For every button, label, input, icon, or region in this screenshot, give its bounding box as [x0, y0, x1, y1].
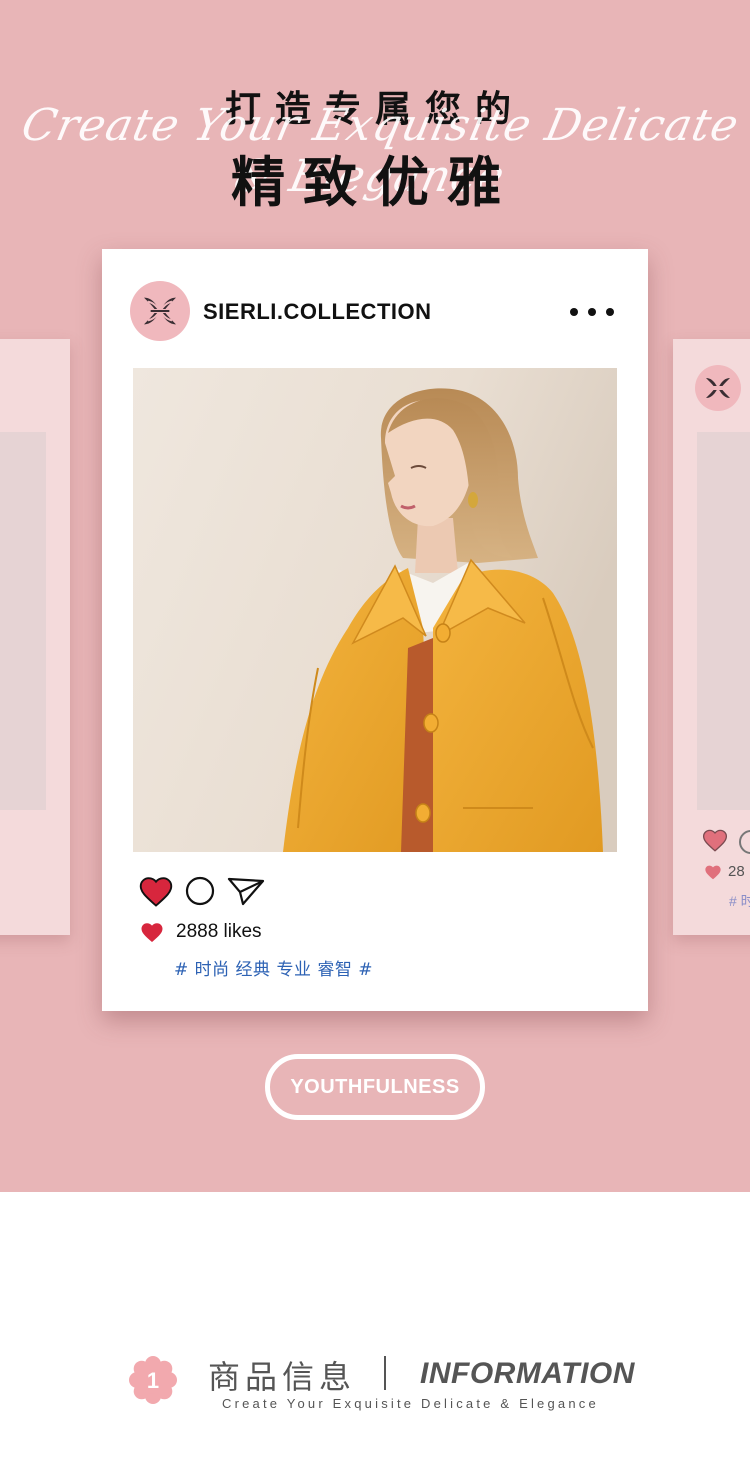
- post-hashtags[interactable]: # 时尚 经典 专业 睿智 #: [174, 955, 373, 980]
- comment-circle-icon[interactable]: [739, 830, 750, 854]
- side-photo-placeholder: [0, 432, 46, 810]
- dot: [588, 308, 596, 316]
- youthfulness-button[interactable]: YOUTHFULNESS: [265, 1054, 485, 1120]
- brand-avatar[interactable]: [130, 281, 190, 341]
- social-post-card: SIERLI.COLLECTION 2888 likes # 时尚 经典 专业 …: [102, 249, 648, 1011]
- side-post-card-left[interactable]: [0, 339, 70, 935]
- hero-title-main: 精致优雅: [231, 151, 519, 214]
- heart-icon[interactable]: [702, 828, 728, 854]
- section-number: 1: [147, 1368, 159, 1393]
- hero-section: 打造专属您的 Create Your Exquisite Delicate & …: [0, 0, 750, 1192]
- heart-icon[interactable]: [138, 875, 174, 907]
- account-name[interactable]: SIERLI.COLLECTION: [203, 299, 432, 325]
- side-like-row: 28: [704, 863, 745, 880]
- side-hashtag[interactable]: # 时: [729, 891, 750, 911]
- side-brand-avatar: [695, 365, 741, 411]
- send-icon[interactable]: [226, 875, 266, 907]
- heart-icon: [705, 865, 721, 879]
- side-post-card-right[interactable]: 28 # 时: [673, 339, 750, 935]
- side-photo-placeholder: [697, 432, 750, 810]
- info-title-cn: 商品信息: [208, 1358, 357, 1396]
- side-likes-text: 28: [728, 863, 745, 880]
- post-photo[interactable]: [133, 368, 617, 852]
- flower-number-badge: 1: [129, 1356, 177, 1404]
- info-section: 1 商品信息 INFORMATION Create Your Exquisite…: [0, 1192, 750, 1461]
- brand-logo-icon: [144, 297, 176, 325]
- comment-circle-icon[interactable]: [184, 875, 216, 907]
- dot: [606, 308, 614, 316]
- info-divider: [384, 1356, 386, 1390]
- dot: [570, 308, 578, 316]
- info-subtitle: Create Your Exquisite Delicate & Eleganc…: [222, 1396, 599, 1411]
- likes-row: 2888 likes: [140, 921, 262, 943]
- brand-logo-icon: [706, 378, 730, 398]
- heart-icon: [141, 923, 163, 942]
- more-dots-icon[interactable]: [570, 301, 614, 323]
- info-title-en: INFORMATION: [420, 1357, 635, 1390]
- likes-count[interactable]: 2888 likes: [176, 921, 262, 943]
- model-illustration: [133, 368, 617, 852]
- post-action-row: [138, 875, 266, 907]
